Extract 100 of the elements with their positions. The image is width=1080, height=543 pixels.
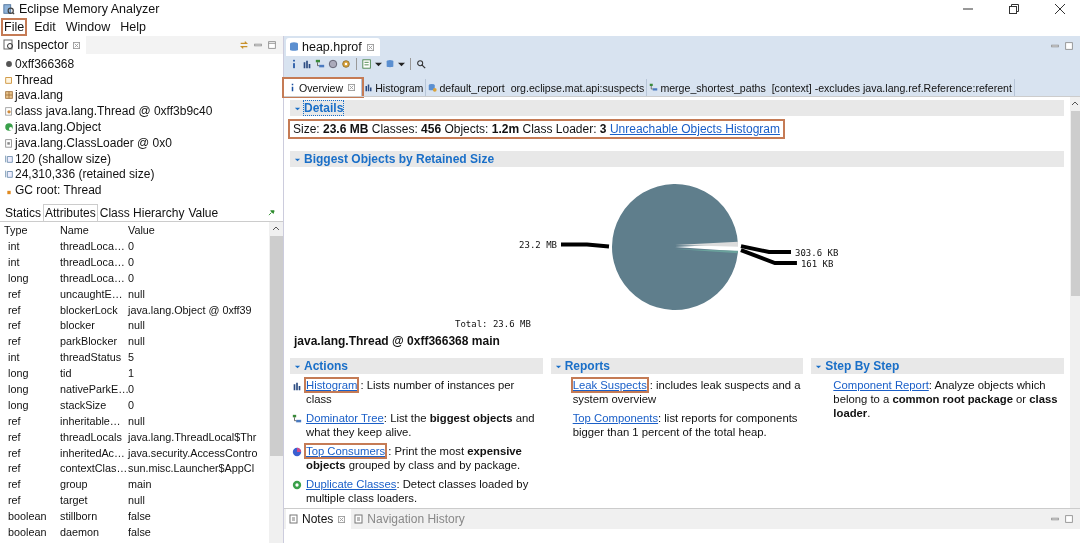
table-cell: 0: [128, 240, 134, 252]
section-header[interactable]: Step By Step: [811, 358, 1064, 374]
data-label: 303.6 KB: [795, 248, 839, 258]
editor-tab[interactable]: merge_shortest_paths [context] -excludes java.lang.ref.Reference:referent: [647, 79, 1015, 96]
inspector-item[interactable]: class java.lang.Thread @ 0xff3b9c40: [15, 104, 213, 119]
table-cell-text: int: [7, 240, 21, 252]
scrollbar[interactable]: [269, 222, 283, 543]
close-icon[interactable]: [1054, 3, 1066, 15]
table-cell-text: group: [59, 478, 89, 491]
link[interactable]: Unreachable Objects Histogram: [609, 122, 780, 136]
table-cell: null: [128, 319, 145, 332]
inspector-item[interactable]: java.lang.ClassLoader @ 0x0: [15, 135, 172, 150]
table-cell-text: threadLoca…: [59, 271, 126, 284]
table-cell-text: blockerLock: [59, 303, 119, 316]
link[interactable]: Leak Suspects: [572, 379, 647, 391]
inspector-item[interactable]: 120 (shallow size): [15, 151, 112, 166]
link[interactable]: Dominator Tree: [306, 412, 384, 424]
section-header[interactable]: Reports: [550, 358, 804, 374]
section-header[interactable]: Details: [290, 100, 1064, 116]
table-cell-text: ref: [7, 494, 22, 507]
table-cell-text: ref: [7, 335, 22, 348]
editor-tab[interactable]: Histogram: [362, 79, 427, 96]
menu-item[interactable]: Help: [119, 20, 147, 34]
caret-icon[interactable]: [398, 60, 405, 68]
scrollbar[interactable]: [1070, 97, 1080, 508]
pin-icon[interactable]: [268, 209, 275, 217]
window-title: Eclipse Memory Analyzer: [19, 2, 160, 16]
leader-line: [561, 242, 610, 249]
caret-icon[interactable]: [375, 60, 382, 68]
section-header[interactable]: Actions: [290, 358, 543, 374]
link[interactable]: Top Consumers: [306, 445, 386, 457]
action-description: Histogram : Lists number of instances per class: [306, 378, 516, 406]
table-cell-text: threadLoca…: [59, 240, 126, 252]
action-description: Leak Suspects : includes leak suspects and a system overview: [572, 378, 802, 406]
table-cell-text: uncaughtE…: [59, 287, 124, 300]
table-cell: main: [128, 478, 152, 491]
action-description: Top Components: list reports for components bigger than 1 percent of the total heap.: [572, 411, 799, 439]
inspector-item[interactable]: java.lang: [15, 88, 64, 103]
column-header[interactable]: Value: [128, 224, 155, 237]
maximize-icon[interactable]: [1064, 514, 1074, 524]
magnifier-icon: [3, 39, 15, 51]
table-cell-text: inheritable…: [59, 414, 122, 427]
details-summary: Size: 23.6 MB Classes: 456 Objects: 1.2m Class Loader: 3 Unreachable Objects Histogram: [290, 121, 783, 137]
link[interactable]: Histogram: [306, 379, 358, 391]
table-cell-text: int: [7, 255, 21, 268]
table-cell: 0: [128, 271, 134, 284]
table-cell-text: contextClas…: [59, 462, 128, 475]
table-cell-text: ref: [7, 446, 22, 459]
table-cell: false: [128, 510, 151, 523]
object-title: java.lang.Thread @ 0xff366368 main: [294, 334, 501, 348]
scroll-up-icon[interactable]: [1071, 100, 1079, 108]
tab[interactable]: Attributes: [43, 204, 98, 222]
view-tab[interactable]: Inspector: [0, 36, 87, 54]
tree-icon[interactable]: [315, 59, 325, 69]
pie-slice[interactable]: [612, 184, 738, 310]
editor-tab[interactable]: Overview: [284, 79, 363, 96]
inspector-item[interactable]: java.lang.Object: [15, 120, 102, 135]
tree-icon: [292, 414, 302, 424]
histogram-icon: [364, 83, 374, 92]
column-header[interactable]: Type: [0, 224, 56, 237]
tab[interactable]: Class Hierarchy: [97, 204, 187, 222]
sync-icon[interactable]: [239, 40, 249, 50]
table-cell-text: ref: [7, 319, 22, 332]
table-cell-text: long: [7, 398, 30, 411]
editor-tab[interactable]: heap.hprof: [286, 38, 380, 56]
menu-item[interactable]: File: [3, 20, 26, 34]
inspector-item[interactable]: Thread: [15, 72, 54, 87]
table-cell: 0: [128, 255, 134, 268]
table-cell-text: ref: [7, 414, 22, 427]
maximize-icon[interactable]: [1064, 41, 1074, 51]
menu-item[interactable]: Edit: [33, 20, 57, 34]
menu-item[interactable]: Window: [64, 20, 112, 34]
inspector-item[interactable]: GC root: Thread: [15, 183, 102, 198]
table-cell-text: stillborn: [59, 510, 99, 523]
search-icon[interactable]: [416, 59, 426, 69]
inspector-item[interactable]: 0xff366368: [15, 56, 75, 71]
report-icon: [428, 83, 438, 92]
column-header[interactable]: Name: [56, 224, 128, 237]
editor-tab[interactable]: default_report org.eclipse.mat.api:suspects: [426, 79, 648, 96]
table-cell: null: [128, 494, 145, 507]
table-cell-text: ref: [7, 462, 22, 475]
table-cell-text: boolean: [7, 526, 48, 539]
section-header[interactable]: Biggest Objects by Retained Size: [290, 151, 1064, 167]
restore-icon[interactable]: [1008, 3, 1020, 15]
action-description: Duplicate Classes: Detect classes loaded by multiple class loaders.: [306, 477, 530, 505]
view-tab[interactable]: Notes: [286, 509, 352, 529]
inspector-item[interactable]: 24,310,336 (retained size): [15, 167, 155, 182]
table-cell: java.lang.Object @ 0xff39: [128, 303, 252, 316]
app-icon: [3, 3, 15, 15]
table-cell-text: boolean: [7, 510, 48, 523]
table-cell-text: ref: [7, 303, 22, 316]
link[interactable]: Component Report: [833, 379, 929, 391]
maximize-icon[interactable]: [267, 40, 277, 50]
histogram-icon[interactable]: [302, 59, 312, 69]
tab[interactable]: Statics: [3, 204, 43, 222]
table-cell-text: target: [59, 494, 89, 507]
data-label: 23.2 MB: [519, 240, 557, 251]
table-cell: java.lang.ThreadLocal$Thr: [128, 430, 257, 443]
tab[interactable]: Value: [186, 204, 221, 222]
table-cell-text: long: [7, 271, 30, 284]
